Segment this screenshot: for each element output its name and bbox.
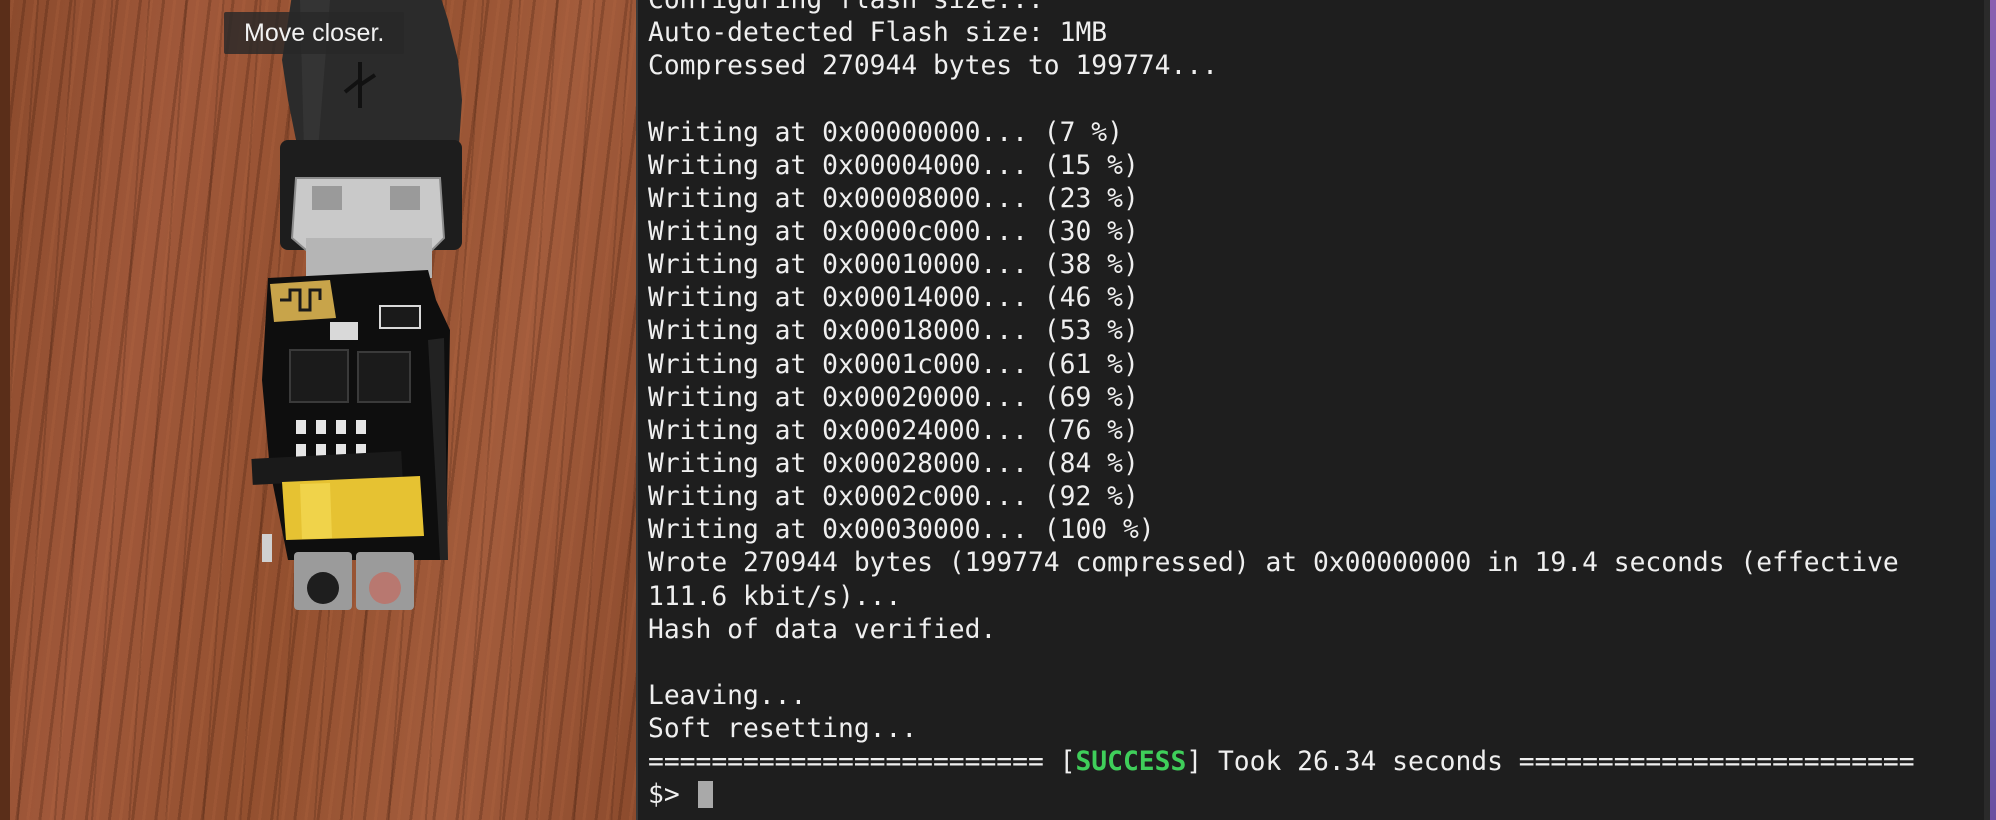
terminal-line: 111.6 kbit/s)...	[648, 581, 902, 612]
terminal-line: Writing at 0x00020000... (69 %)	[648, 382, 1139, 413]
desktop-edge	[1990, 0, 1996, 820]
terminal-line: Configuring flash size...	[648, 0, 1044, 15]
terminal-line: Writing at 0x0001c000... (61 %)	[648, 349, 1139, 380]
flash-button	[369, 572, 401, 604]
terminal-line: Writing at 0x00028000... (84 %)	[648, 448, 1139, 479]
terminal-line: Writing at 0x00010000... (38 %)	[648, 250, 1139, 281]
terminal-line: Compressed 270944 bytes to 199774...	[648, 51, 1218, 82]
esp-chip	[289, 349, 349, 403]
text-cursor	[697, 781, 713, 809]
terminal-window[interactable]: Configuring flash size... Auto-detected F…	[638, 0, 1990, 820]
terminal-line: Auto-detected Flash size: 1MB	[648, 18, 1108, 49]
terminal-line: Writing at 0x0000c000... (30 %)	[648, 216, 1139, 247]
success-badge: SUCCESS	[1075, 747, 1187, 778]
terminal-line: Hash of data verified.	[648, 614, 997, 645]
shell-prompt: $>	[648, 780, 696, 811]
terminal-line: Writing at 0x00008000... (23 %)	[648, 183, 1139, 214]
antenna-trace	[270, 280, 336, 322]
terminal-line: Leaving...	[648, 680, 807, 711]
status-line-suffix: ] Took 26.34 seconds ===================…	[1186, 747, 1915, 778]
flash-chip	[357, 351, 411, 403]
terminal-line: Writing at 0x00024000... (76 %)	[648, 415, 1139, 446]
terminal-line: Wrote 270944 bytes (199774 compressed) a…	[648, 548, 1899, 579]
prompt-line[interactable]: $>	[648, 779, 1915, 812]
camera-view: Move closer.	[0, 0, 636, 820]
esp-01-usb-programmer-image	[251, 0, 462, 610]
terminal-line: Soft resetting...	[648, 714, 918, 745]
status-line: ========================= [SUCCESS] Took…	[648, 746, 1915, 779]
terminal-line: Writing at 0x00004000... (15 %)	[648, 150, 1139, 181]
terminal-line: Writing at 0x0002c000... (92 %)	[648, 482, 1139, 513]
terminal-line: Writing at 0x00030000... (100 %)	[648, 515, 1155, 546]
terminal-line: Writing at 0x00014000... (46 %)	[648, 283, 1139, 314]
status-line-prefix: ========================= [	[648, 747, 1076, 778]
camera-hint-label: Move closer.	[224, 12, 405, 54]
terminal-line: Writing at 0x00018000... (53 %)	[648, 316, 1139, 347]
reset-button	[307, 572, 339, 604]
terminal-line: Writing at 0x00000000... (7 %)	[648, 117, 1123, 148]
terminal-output: Configuring flash size... Auto-detected F…	[648, 0, 1915, 813]
screen: Move closer. Configuring flash size... Au…	[0, 0, 1996, 820]
